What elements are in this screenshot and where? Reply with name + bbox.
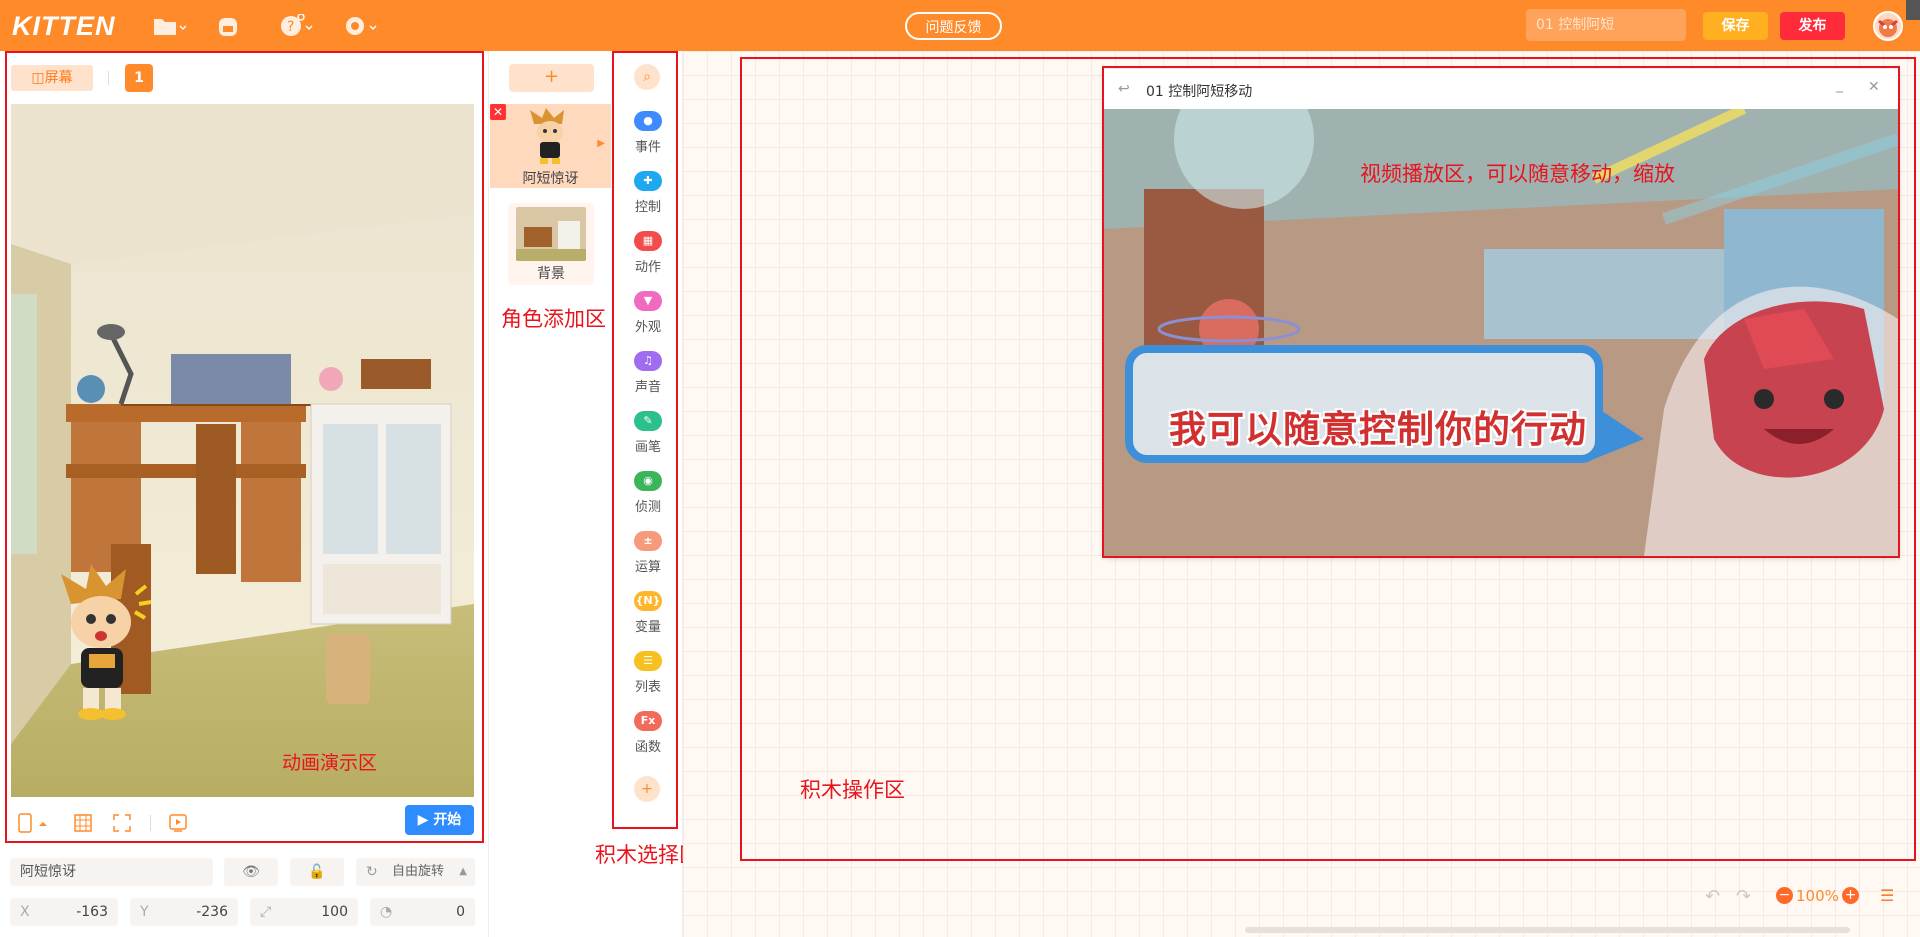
block-category-item[interactable]: ✎ 画笔 — [617, 411, 679, 463]
block-category-item[interactable]: Fx 函数 — [617, 711, 679, 763]
block-category-item[interactable]: ± 运算 — [617, 531, 679, 583]
category-label: 函数 — [634, 740, 661, 755]
block-category-item[interactable]: ☰ 列表 — [617, 651, 679, 703]
search-icon[interactable]: ⌕ — [634, 64, 660, 90]
redo-icon[interactable]: ↷ — [1736, 886, 1751, 907]
align-blocks-icon[interactable]: ☰ — [1880, 886, 1894, 905]
category-label: 控制 — [634, 200, 661, 215]
category-icon: ✎ — [634, 411, 662, 431]
zoom-level: 100% — [1796, 887, 1839, 905]
user-avatar[interactable] — [1873, 11, 1903, 41]
category-icon: {N} — [634, 591, 662, 611]
annotation-stage-area: 动画演示区 — [282, 752, 378, 774]
background-thumbnail — [516, 207, 586, 261]
window-edge — [1906, 0, 1920, 20]
toolbar-divider — [108, 71, 109, 85]
block-category-item[interactable]: ▦ 动作 — [617, 231, 679, 283]
category-label: 运算 — [634, 560, 661, 575]
category-label: 列表 — [634, 680, 661, 695]
lock-toggle[interactable]: 🔓 — [290, 858, 344, 886]
folder-icon[interactable] — [152, 14, 186, 38]
tools-divider — [150, 815, 151, 831]
zoom-in-button[interactable]: + — [1842, 887, 1859, 904]
feedback-button[interactable]: 问题反馈 — [905, 12, 1002, 40]
video-window[interactable]: ↩ 01 控制阿短移动 _ ✕ 我可以随意控制你的行动 — [1104, 69, 1898, 556]
direction-icon: ◔ — [380, 904, 393, 920]
phone-frame-icon[interactable] — [17, 813, 47, 833]
block-category-item[interactable]: ♫ 声音 — [617, 351, 679, 403]
top-bar: KITTEN ? 问题反馈 01 控制阿短 保存 发布 — [0, 0, 1920, 51]
svg-text:?: ? — [287, 19, 294, 35]
category-icon: ▦ — [634, 231, 662, 251]
screen-icon: ◫ — [31, 70, 45, 86]
background-card[interactable]: 背景 — [508, 203, 594, 285]
publish-button[interactable]: 发布 — [1780, 12, 1845, 40]
block-category-item[interactable]: ● 事件 — [617, 111, 679, 163]
undo-icon[interactable]: ↶ — [1705, 886, 1720, 907]
visibility-toggle[interactable]: 👁 — [224, 858, 278, 886]
category-icon: ▼ — [634, 291, 662, 311]
project-title-input[interactable]: 01 控制阿短 — [1526, 9, 1686, 41]
app-logo: KITTEN — [12, 11, 116, 41]
category-icon: ± — [634, 531, 662, 551]
grid-icon[interactable] — [73, 813, 93, 833]
add-extension-button[interactable]: + — [634, 776, 660, 802]
category-icon: ● — [634, 111, 662, 131]
block-category-item[interactable]: ▼ 外观 — [617, 291, 679, 343]
chevron-right-icon[interactable]: ▶ — [597, 138, 605, 149]
category-icon: ◉ — [634, 471, 662, 491]
category-icon: ☰ — [634, 651, 662, 671]
size-field[interactable]: ⤢ 100 — [250, 898, 358, 926]
category-label: 外观 — [634, 320, 661, 335]
play-icon: ▶ — [417, 812, 434, 828]
category-label: 事件 — [634, 140, 661, 155]
help-icon[interactable]: ? — [280, 14, 314, 38]
block-category-item[interactable]: ✚ 控制 — [617, 171, 679, 223]
backpack-icon[interactable] — [216, 14, 250, 38]
lock-icon: 🔓 — [308, 864, 326, 880]
annotation-block-ops: 积木操作区 — [800, 778, 905, 802]
direction-field[interactable]: ◔ 0 — [370, 898, 475, 926]
zoom-out-button[interactable]: − — [1776, 887, 1793, 904]
video-caption: 我可以随意控制你的行动 — [1169, 408, 1587, 451]
save-button[interactable]: 保存 — [1703, 12, 1768, 40]
category-icon: Fx — [634, 711, 662, 731]
resize-icon: ⤢ — [260, 904, 272, 920]
video-play-icon[interactable] — [168, 813, 188, 833]
x-coordinate-field[interactable]: X -163 — [10, 898, 118, 926]
category-icon: ♫ — [634, 351, 662, 371]
settings-gear-icon[interactable] — [344, 14, 378, 38]
sprite-label: 阿短惊讶 — [522, 171, 579, 187]
video-title: 01 控制阿短移动 — [1146, 84, 1253, 100]
caret-up-icon: ▲ — [459, 866, 467, 877]
block-category-item[interactable]: ◉ 侦测 — [617, 471, 679, 523]
sprite-card-ashort[interactable]: ▶ 阿短惊讶 — [490, 104, 611, 188]
sprite-name-field[interactable]: 阿短惊讶 — [10, 858, 213, 886]
annotation-video-area: 视频播放区，可以随意移动，缩放 — [1360, 162, 1675, 186]
fullscreen-icon[interactable] — [112, 813, 132, 833]
category-label: 动作 — [634, 260, 661, 275]
annotation-sprite-area: 角色添加区 — [501, 307, 606, 331]
scene-number-badge[interactable]: 1 — [125, 64, 153, 92]
add-sprite-button[interactable]: + — [509, 64, 594, 92]
delete-sprite-icon[interactable]: ✕ — [490, 104, 506, 120]
background-label: 背景 — [537, 266, 565, 282]
start-button[interactable]: ▶ 开始 — [405, 805, 474, 835]
category-icon: ✚ — [634, 171, 662, 191]
close-icon[interactable]: ✕ — [1868, 79, 1880, 95]
eye-icon: 👁 — [242, 864, 260, 880]
category-label: 画笔 — [634, 440, 661, 455]
y-coordinate-field[interactable]: Y -236 — [130, 898, 238, 926]
screen-mode-button[interactable]: ◫屏幕 — [11, 65, 93, 91]
rotation-mode-select[interactable]: ↻ 自由旋转 ▲ — [356, 858, 475, 886]
category-label: 变量 — [634, 620, 661, 635]
block-category-item[interactable]: {N} 变量 — [617, 591, 679, 643]
rotate-icon: ↻ — [366, 864, 378, 880]
category-label: 声音 — [634, 380, 661, 395]
workspace-horizontal-scrollbar[interactable] — [1245, 927, 1850, 933]
category-label: 侦测 — [634, 500, 661, 515]
back-arrow-icon[interactable]: ↩ — [1118, 81, 1130, 97]
minimize-icon[interactable]: _ — [1836, 77, 1843, 93]
stage-canvas[interactable] — [11, 104, 474, 797]
